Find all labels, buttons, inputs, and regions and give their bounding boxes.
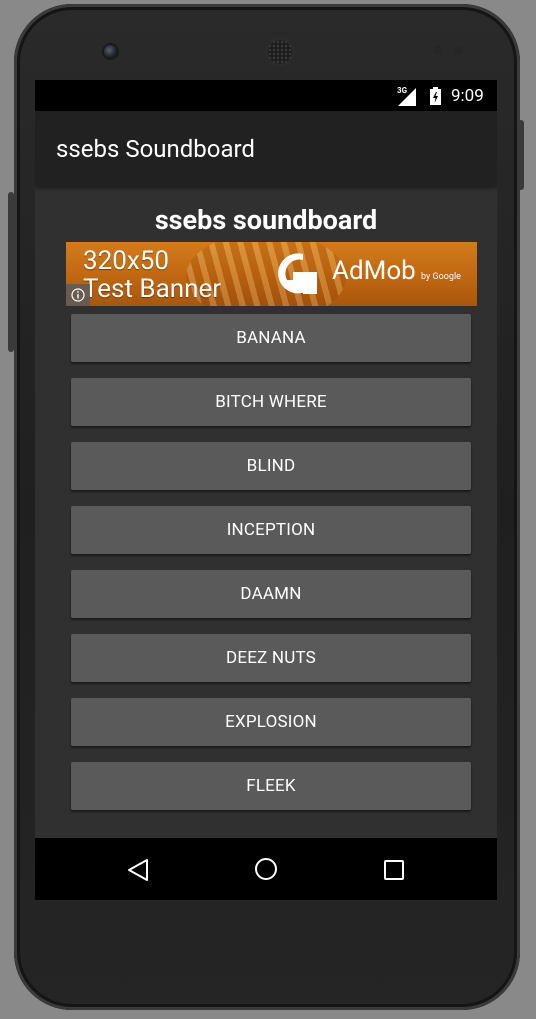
navigation-bar	[35, 838, 497, 900]
earpiece-speaker	[268, 40, 292, 64]
front-camera	[104, 45, 117, 58]
app-bar: ssebs Soundboard	[35, 111, 497, 186]
info-icon[interactable]	[66, 284, 90, 306]
screen: 3G 9:09 ssebs Soundboard ssebs soundboar…	[35, 80, 497, 900]
light-sensor	[454, 46, 463, 55]
ad-size-label: 320x50	[83, 246, 169, 276]
app-title: ssebs Soundboard	[56, 135, 255, 163]
sound-button-blind[interactable]: BLIND	[71, 442, 471, 490]
sound-button-list: BANANA BITCH WHERE BLIND INCEPTION DAAMN…	[71, 314, 471, 826]
ad-test-label: Test Banner	[83, 274, 222, 304]
battery-icon	[430, 87, 441, 105]
volume-rocker	[8, 192, 14, 352]
status-bar: 3G 9:09	[35, 80, 497, 111]
power-button	[518, 120, 524, 190]
recents-icon[interactable]	[382, 858, 406, 882]
sound-button-inception[interactable]: INCEPTION	[71, 506, 471, 554]
admob-logo-icon	[278, 253, 317, 294]
proximity-sensor	[434, 46, 443, 55]
sound-button-fleek[interactable]: FLEEK	[71, 762, 471, 810]
home-icon[interactable]	[253, 856, 279, 882]
sound-button-explosion[interactable]: EXPLOSION	[71, 698, 471, 746]
sound-button-daamn[interactable]: DAAMN	[71, 570, 471, 618]
sound-button-deez-nuts[interactable]: DEEZ NUTS	[71, 634, 471, 682]
back-icon[interactable]	[126, 858, 150, 882]
sound-button-bitch-where[interactable]: BITCH WHERE	[71, 378, 471, 426]
status-time: 9:09	[451, 86, 484, 106]
signal-icon	[398, 88, 416, 106]
ad-banner[interactable]: 320x50 Test Banner AdMob by Google	[66, 242, 477, 306]
page-heading: ssebs soundboard	[154, 204, 378, 236]
admob-by-google: by Google	[421, 272, 461, 282]
main-content: ssebs soundboard 320x50 Test Banner AdMo…	[35, 186, 497, 838]
admob-brand: AdMob	[332, 256, 416, 286]
sound-button-banana[interactable]: BANANA	[71, 314, 471, 362]
